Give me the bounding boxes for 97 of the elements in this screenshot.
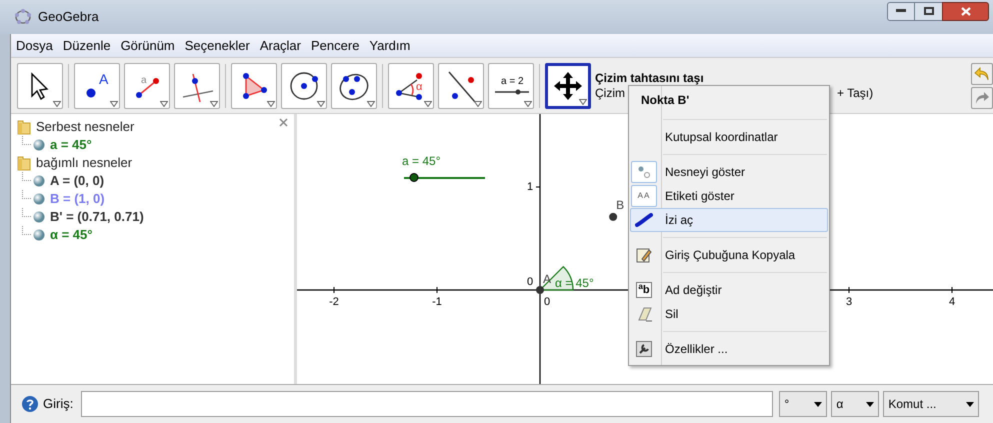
folder-label[interactable]: bağımlı nesneler xyxy=(36,153,132,173)
axis-label: 0 xyxy=(527,274,534,290)
axis-label: 1 xyxy=(527,180,534,195)
folder-label[interactable]: Serbest nesneler xyxy=(36,117,134,137)
menu-item[interactable]: Dosya xyxy=(15,36,54,56)
tree-connector-line xyxy=(22,136,31,145)
tool-button[interactable] xyxy=(331,62,377,108)
axis-label: 0 xyxy=(544,295,550,310)
pencil-icon xyxy=(636,247,652,263)
menu-item[interactable]: Seçenekler xyxy=(184,36,251,56)
close-panel-icon[interactable] xyxy=(279,118,288,127)
menu-item[interactable]: Araçlar xyxy=(258,36,302,56)
menu-item[interactable]: Nesneyi göster xyxy=(630,160,828,184)
close-icon xyxy=(960,6,970,16)
minimize-icon xyxy=(896,9,906,13)
point-label: A xyxy=(543,271,552,288)
tree-connector-line xyxy=(22,226,31,235)
tree-connector-line xyxy=(22,172,31,181)
trace-icon xyxy=(635,213,653,227)
tool-help-text: + Taşı) xyxy=(837,86,874,100)
slider-thumb[interactable] xyxy=(410,173,419,182)
maximize-button[interactable] xyxy=(915,2,942,20)
dropdown-triangle-icon xyxy=(579,98,587,104)
close-button[interactable] xyxy=(942,2,989,20)
axis-label: -1 xyxy=(432,295,442,310)
axis-label: 4 xyxy=(948,295,956,310)
minimize-button[interactable] xyxy=(887,2,915,20)
menu-item[interactable]: Kutupsal koordinatlar xyxy=(630,125,828,149)
caret-icon xyxy=(966,402,974,406)
tool-button[interactable] xyxy=(281,62,327,108)
dropdown-triangle-icon xyxy=(367,100,375,106)
app-logo-icon xyxy=(14,8,32,26)
tree-connector-line xyxy=(22,190,31,199)
dropdown-triangle-icon xyxy=(110,100,118,106)
tree-connector-line xyxy=(22,208,31,217)
point[interactable] xyxy=(609,212,618,221)
dropdown-triangle-icon xyxy=(267,100,275,106)
folder-icon xyxy=(17,119,31,135)
undo-button[interactable] xyxy=(971,62,993,84)
dropdown[interactable]: Komut ... xyxy=(883,391,980,417)
tool-title: Çizim tahtasını taşı xyxy=(595,70,705,86)
show-object-icon xyxy=(637,165,651,179)
dropdown-triangle-icon xyxy=(210,100,218,106)
menu-item[interactable]: Görünüm xyxy=(120,36,176,56)
tool-button[interactable] xyxy=(438,62,484,108)
algebra-object[interactable]: B' = (0.71, 0.71) xyxy=(50,207,144,227)
dropdown[interactable]: ° xyxy=(779,391,828,417)
dropdown-triangle-icon xyxy=(474,100,482,106)
algebra-object[interactable]: a = 45° xyxy=(50,135,92,155)
undo-icon xyxy=(974,66,990,80)
caret-icon xyxy=(814,402,822,406)
axis-label: -2 xyxy=(329,295,339,310)
dropdown-triangle-icon xyxy=(53,100,61,106)
sphere-icon[interactable] xyxy=(33,229,45,241)
redo-icon xyxy=(974,90,990,104)
redo-button[interactable] xyxy=(971,86,993,108)
axis-label: 3 xyxy=(846,295,852,310)
dropdown-triangle-icon xyxy=(424,100,432,106)
maximize-icon xyxy=(924,7,934,15)
label-icon: AA xyxy=(638,190,650,202)
menu-title: Nokta B' xyxy=(640,92,690,109)
angle-label: α = 45° xyxy=(555,275,594,292)
menu-item[interactable]: İzi aç xyxy=(630,208,828,232)
menu-item[interactable]: Yardım xyxy=(368,36,412,56)
tool-help-text: Çizim xyxy=(595,86,625,100)
algebra-object[interactable]: α = 45° xyxy=(50,225,92,245)
sphere-icon[interactable] xyxy=(33,139,45,151)
dropdown[interactable]: α xyxy=(831,391,880,417)
tool-button[interactable] xyxy=(231,62,277,108)
menu-item[interactable]: Pencere xyxy=(310,36,360,56)
sphere-icon[interactable] xyxy=(33,211,45,223)
point-label: B xyxy=(616,196,624,214)
rename-icon: $^{a}$b xyxy=(636,282,652,298)
input-field[interactable] xyxy=(81,391,774,417)
wrench-icon xyxy=(636,341,652,357)
folder-icon xyxy=(17,155,31,171)
help-icon[interactable] xyxy=(21,395,39,413)
menu-item[interactable]: Sil xyxy=(630,302,828,326)
dropdown-triangle-icon xyxy=(317,100,325,106)
menu-item[interactable]: Düzenle xyxy=(62,36,112,56)
sphere-icon[interactable] xyxy=(33,175,45,187)
algebra-object[interactable]: B = (1, 0) xyxy=(50,189,105,209)
tool-button[interactable] xyxy=(17,62,63,108)
input-label: Giriş: xyxy=(43,395,74,414)
menu-item[interactable]: $^{a}$b Ad değiştir xyxy=(630,278,828,302)
algebra-object[interactable]: A = (0, 0) xyxy=(50,171,104,191)
sphere-icon[interactable] xyxy=(33,193,45,205)
point[interactable] xyxy=(536,286,544,294)
window-title: GeoGebra xyxy=(38,8,99,26)
caret-icon xyxy=(866,402,874,406)
tool-button[interactable] xyxy=(545,62,591,108)
dropdown-triangle-icon xyxy=(524,100,532,106)
slider-label: a = 45° xyxy=(402,153,440,170)
menu-item[interactable]: Giriş Çubuğuna Kopyala xyxy=(630,243,828,267)
menu-item[interactable]: AA Etiketi göster xyxy=(630,184,828,208)
dropdown-triangle-icon xyxy=(160,100,168,106)
menu-item[interactable]: Özellikler ... xyxy=(630,337,828,361)
